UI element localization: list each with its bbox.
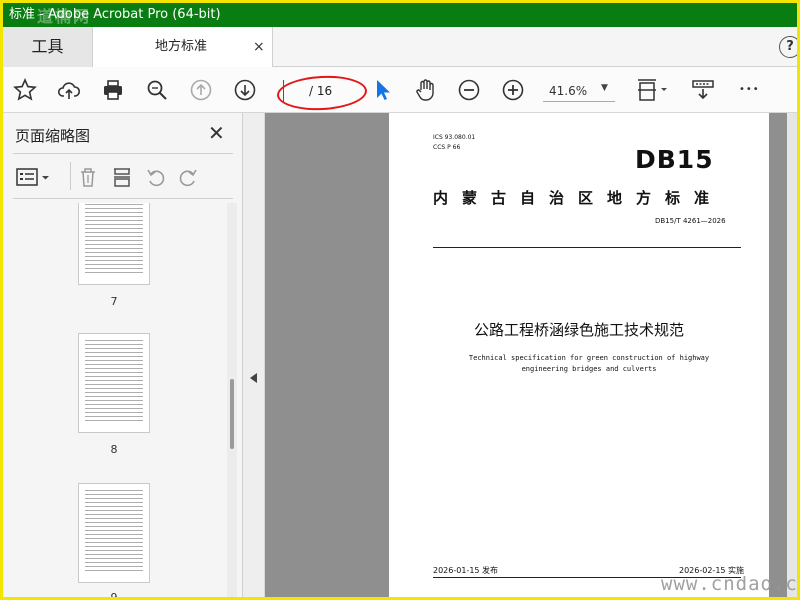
thumbnail-options-icon[interactable] bbox=[15, 166, 55, 188]
print-icon[interactable] bbox=[101, 78, 125, 102]
cloud-upload-icon[interactable] bbox=[57, 78, 81, 102]
tab-document[interactable]: 地方标准 × bbox=[93, 27, 273, 67]
thumbnail-content bbox=[85, 490, 143, 572]
thumbnail-label: 9 bbox=[110, 591, 118, 600]
chevron-down-icon: ▼ bbox=[601, 83, 608, 93]
zoom-out-icon[interactable] bbox=[457, 78, 481, 102]
page-thumbnail[interactable] bbox=[78, 203, 150, 285]
site-watermark-bottom: www.cndao.c bbox=[661, 573, 798, 595]
page-thumbnail[interactable] bbox=[78, 333, 150, 433]
toolbar-divider bbox=[70, 162, 71, 190]
publish-date: 2026-01-15 发布 bbox=[433, 566, 499, 575]
header-rule bbox=[433, 247, 741, 248]
document-title-cn: 公路工程桥涵绿色施工技术规范 bbox=[473, 321, 684, 339]
help-icon[interactable]: ? bbox=[779, 36, 797, 58]
thumbnail-scrollbar[interactable] bbox=[227, 203, 237, 597]
app-window: 标准 - Adobe Acrobat Pro (64-bit) 道楠网 工具 地… bbox=[0, 0, 800, 600]
zoom-search-icon[interactable] bbox=[145, 78, 169, 102]
collapse-arrow-icon[interactable] bbox=[250, 373, 257, 383]
panel-title: 页面缩略图 bbox=[15, 127, 91, 145]
document-viewer: ICS 93.080.01 CCS P 66 DB15 内蒙古自治区地方标准 D… bbox=[265, 113, 797, 597]
standard-logo: DB15 bbox=[635, 145, 714, 174]
title-en-line-2: engineering bridges and culverts bbox=[521, 365, 657, 373]
page-up-icon[interactable] bbox=[189, 78, 213, 102]
viewer-scrollbar[interactable] bbox=[787, 113, 797, 597]
title-bar: 标准 - Adobe Acrobat Pro (64-bit) 道楠网 bbox=[3, 3, 797, 27]
thumbnail-list: 7 8 9 bbox=[3, 203, 227, 600]
hand-tool-icon[interactable] bbox=[413, 78, 437, 102]
page-view-icon[interactable] bbox=[637, 78, 671, 102]
page-thumbnail[interactable] bbox=[78, 483, 150, 583]
select-cursor-icon[interactable] bbox=[371, 78, 395, 102]
title-en-line-1: Technical specification for green constr… bbox=[468, 354, 710, 362]
ics-code: ICS 93.080.01 bbox=[433, 134, 476, 141]
tab-document-label: 地方标准 bbox=[155, 39, 208, 54]
zoom-select[interactable]: 41.6% ▼ bbox=[543, 80, 615, 102]
rotate-left-icon[interactable] bbox=[145, 166, 167, 188]
thumbnails-panel: 页面缩略图 ✕ 7 8 9 bbox=[3, 113, 243, 600]
thumbnail-label: 8 bbox=[110, 443, 118, 456]
more-icon[interactable]: ••• bbox=[739, 78, 763, 102]
panel-toolbar bbox=[13, 153, 233, 199]
page-down-icon[interactable] bbox=[233, 78, 257, 102]
panel-collapse-rail[interactable] bbox=[243, 113, 265, 597]
tab-tools[interactable]: 工具 bbox=[3, 27, 93, 67]
insert-page-icon[interactable] bbox=[111, 166, 133, 188]
star-icon[interactable] bbox=[13, 78, 37, 102]
tab-bar: 工具 地方标准 × ? bbox=[3, 27, 797, 67]
close-icon[interactable]: ✕ bbox=[208, 121, 225, 145]
ccs-code: CCS P 66 bbox=[433, 144, 461, 151]
rotate-right-icon[interactable] bbox=[177, 166, 199, 188]
trash-icon[interactable] bbox=[77, 166, 99, 188]
standard-number: DB15/T 4261—2026 bbox=[655, 217, 726, 225]
site-watermark-top: 道楠网 bbox=[37, 7, 92, 26]
scroll-mode-icon[interactable] bbox=[691, 78, 715, 102]
thumbnail-content bbox=[85, 340, 143, 422]
pdf-page: ICS 93.080.01 CCS P 66 DB15 内蒙古自治区地方标准 D… bbox=[389, 113, 769, 597]
document-title-en: Technical specification for green constr… bbox=[449, 353, 729, 375]
classification-codes: ICS 93.080.01 CCS P 66 bbox=[433, 133, 475, 153]
zoom-in-icon[interactable] bbox=[501, 78, 525, 102]
zoom-value: 41.6% bbox=[549, 84, 588, 98]
scrollbar-thumb[interactable] bbox=[230, 379, 234, 449]
main-toolbar: / 16 41.6% ▼ ••• bbox=[3, 67, 797, 113]
thumbnail-content bbox=[85, 203, 143, 274]
thumbnail-label: 7 bbox=[110, 295, 118, 308]
tab-close-icon[interactable]: × bbox=[253, 27, 265, 67]
standard-type: 内蒙古自治区地方标准 bbox=[433, 189, 724, 207]
